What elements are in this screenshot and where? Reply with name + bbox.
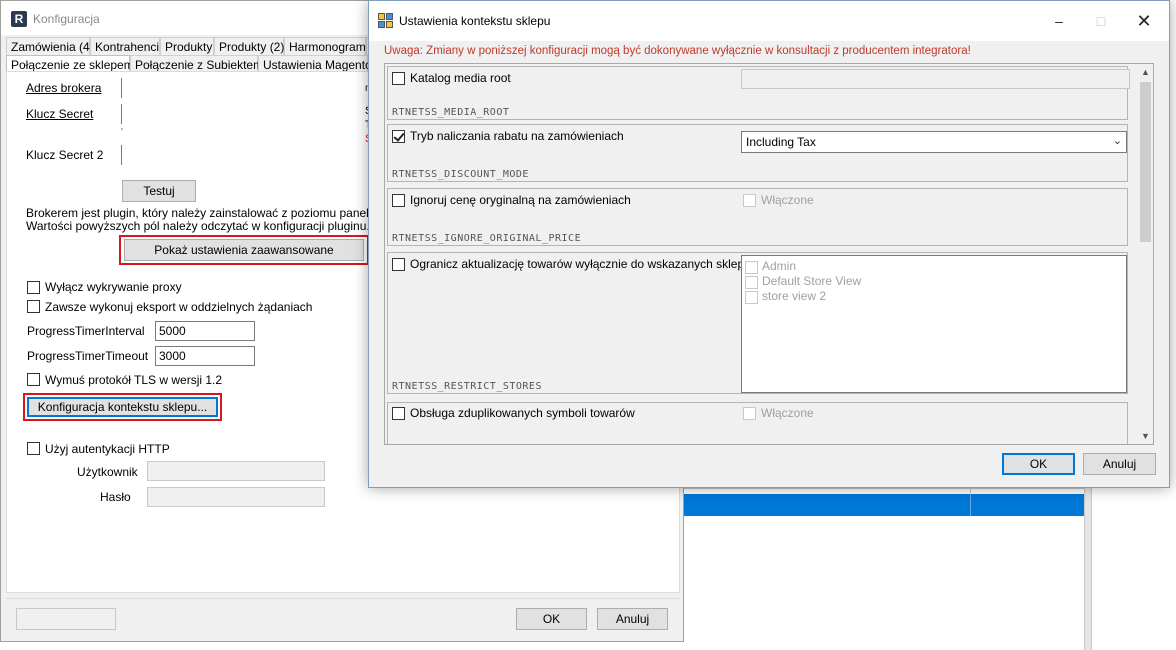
scroll-up-icon[interactable]: ▲	[1137, 64, 1153, 80]
warning-text: Uwaga: Zmiany w poniższej konfiguracji m…	[384, 45, 971, 57]
http-auth-checkbox[interactable]	[27, 442, 40, 455]
section-discount-mode: Tryb naliczania rabatu na zamówieniach I…	[387, 124, 1128, 182]
ignore-price-enabled-checkbox[interactable]	[743, 194, 756, 207]
main-cancel-button[interactable]: Anuluj	[597, 608, 668, 630]
progress-timeout-label: ProgressTimerTimeout	[27, 349, 149, 363]
disable-proxy-checkbox[interactable]	[27, 281, 40, 294]
window-title: Konfiguracja	[33, 12, 100, 26]
close-icon[interactable]: ✕	[1134, 11, 1154, 31]
section-duplicate-symbols: Obsługa zduplikowanych symboli towarów W…	[387, 402, 1128, 444]
test-button[interactable]: Testuj	[122, 180, 196, 202]
store-view-2-label: store view 2	[762, 289, 827, 303]
cell-separator	[970, 494, 971, 516]
disable-proxy-label: Wyłącz wykrywanie proxy	[45, 280, 182, 294]
main-ok-button[interactable]: OK	[516, 608, 587, 630]
secret-key-2-label: Klucz Secret 2	[26, 148, 104, 162]
restrict-stores-checkbox[interactable]	[392, 258, 405, 271]
store-default-label: Default Store View	[762, 274, 862, 288]
info-line-2: Wartości powyższych pól należy odczytać …	[26, 219, 370, 233]
username-input[interactable]	[147, 461, 325, 481]
dialog-app-icon	[378, 13, 394, 29]
progress-interval-input[interactable]: 5000	[155, 321, 255, 341]
password-input[interactable]	[147, 487, 325, 507]
dialog-vertical-scrollbar[interactable]: ▲ ▼	[1137, 64, 1153, 444]
minimize-icon[interactable]: –	[1049, 11, 1069, 31]
tab-orders[interactable]: Zamówienia (4)	[6, 37, 94, 55]
scroll-down-icon[interactable]: ▼	[1137, 428, 1153, 444]
restrict-stores-code: RTNETSS_RESTRICT_STORES	[392, 381, 542, 392]
broker-address-label: Adres brokera	[26, 81, 102, 95]
tls-label: Wymuś protokół TLS w wersji 1.2	[45, 373, 223, 387]
store-admin-checkbox[interactable]	[745, 261, 758, 274]
footer-separator	[6, 598, 680, 599]
media-root-label: Katalog media root	[410, 71, 511, 85]
tls-checkbox[interactable]	[27, 373, 40, 386]
ignore-price-enabled-label: Włączone	[761, 193, 814, 207]
ignore-price-label: Ignoruj cenę oryginalną na zamówieniach	[410, 193, 631, 207]
store-admin-label: Admin	[762, 259, 797, 273]
progress-interval-label: ProgressTimerInterval	[27, 324, 145, 338]
media-root-code: RTNETSS_MEDIA_ROOT	[392, 107, 510, 118]
selected-grid-row[interactable]	[684, 494, 1085, 516]
password-label: Hasło	[100, 490, 131, 504]
dialog-ok-button[interactable]: OK	[1002, 453, 1075, 475]
duplicate-symbols-enabled-checkbox[interactable]	[743, 407, 756, 420]
username-label: Użytkownik	[77, 465, 138, 479]
maximize-icon[interactable]: □	[1091, 11, 1111, 31]
secret-key-label: Klucz Secret	[26, 107, 94, 121]
broker-address-field[interactable]	[121, 78, 122, 98]
progress-timeout-input[interactable]: 3000	[155, 346, 255, 366]
tab-schedule[interactable]: Harmonogram	[284, 37, 366, 55]
http-auth-label: Użyj autentykacji HTTP	[45, 442, 170, 456]
discount-mode-value: Including Tax	[746, 135, 816, 149]
chevron-down-icon: ⌄	[1112, 135, 1122, 147]
separate-requests-label: Zawsze wykonuj eksport w oddzielnych żąd…	[45, 300, 313, 314]
store-view-2-checkbox[interactable]	[745, 291, 758, 304]
settings-scroll-area[interactable]: Katalog media root RTNETSS_MEDIA_ROOT Tr…	[384, 63, 1154, 445]
dialog-titlebar: Ustawienia kontekstu sklepu – □ ✕	[369, 1, 1169, 41]
app-logo-icon: R	[11, 11, 27, 27]
tab-products-2[interactable]: Produkty (2)	[214, 37, 284, 55]
show-advanced-button[interactable]: Pokaż ustawienia zaawansowane	[124, 239, 364, 261]
scrollbar-thumb[interactable]	[1140, 82, 1151, 242]
discount-mode-label: Tryb naliczania rabatu na zamówieniach	[410, 129, 624, 143]
tab-products[interactable]: Produkty	[160, 37, 214, 55]
discount-mode-checkbox[interactable]	[392, 130, 405, 143]
store-default-checkbox[interactable]	[745, 276, 758, 289]
tab-contractors[interactable]: Kontrahenci	[90, 37, 160, 55]
ignore-price-code: RTNETSS_IGNORE_ORIGINAL_PRICE	[392, 233, 582, 244]
info-line-1: Brokerem jest plugin, który należy zains…	[26, 206, 368, 220]
duplicate-symbols-checkbox[interactable]	[392, 407, 405, 420]
store-context-config-button[interactable]: Konfiguracja kontekstu sklepu...	[27, 397, 218, 417]
section-ignore-original-price: Ignoruj cenę oryginalną na zamówieniach …	[387, 188, 1128, 246]
secret-key-field[interactable]	[121, 104, 122, 124]
media-root-checkbox[interactable]	[392, 72, 405, 85]
dialog-cancel-button[interactable]: Anuluj	[1083, 453, 1156, 475]
validation-mark: '	[121, 127, 123, 138]
separate-requests-checkbox[interactable]	[27, 300, 40, 313]
store-list[interactable]: Admin Default Store View store view 2	[741, 255, 1127, 393]
discount-mode-select[interactable]: Including Tax ⌄	[741, 131, 1127, 153]
restrict-stores-label: Ogranicz aktualizację towarów wyłącznie …	[410, 257, 760, 271]
disabled-footer-button	[16, 608, 116, 630]
store-context-dialog: Ustawienia kontekstu sklepu – □ ✕ Uwaga:…	[368, 0, 1170, 488]
media-root-input[interactable]	[741, 69, 1130, 89]
discount-mode-code: RTNETSS_DISCOUNT_MODE	[392, 169, 529, 180]
dialog-title: Ustawienia kontekstu sklepu	[399, 14, 551, 28]
secret-key-2-field[interactable]	[121, 145, 122, 165]
ignore-price-checkbox[interactable]	[392, 194, 405, 207]
section-restrict-stores: Ogranicz aktualizację towarów wyłącznie …	[387, 252, 1128, 394]
duplicate-symbols-label: Obsługa zduplikowanych symboli towarów	[410, 406, 635, 420]
section-media-root: Katalog media root RTNETSS_MEDIA_ROOT	[387, 66, 1130, 120]
duplicate-symbols-enabled-label: Włączone	[761, 406, 814, 420]
